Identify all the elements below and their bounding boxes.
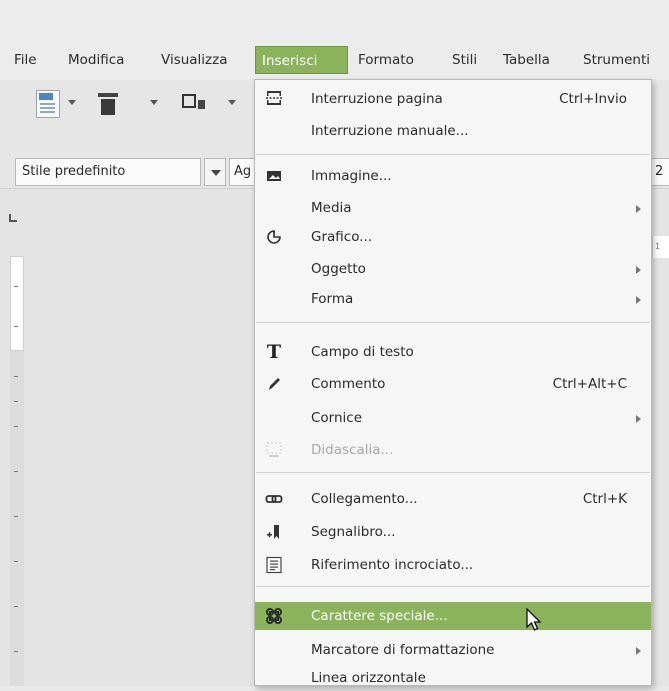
menu-item-label: Riferimento incrociato... [311,557,474,573]
menu-item-label: Campo di testo [311,344,414,360]
menu-inserisci[interactable]: Inserisci [255,46,348,74]
menu-item-shortcut: Ctrl+Alt+C [552,376,627,392]
insert-frame-icon[interactable] [182,94,196,108]
menu-item-label: Grafico... [311,229,373,245]
ruler-tick-label: 1 [655,242,661,251]
menu-item-label: Marcatore di formattazione [311,642,495,658]
menu-item-linea-orizzontale[interactable]: Linea orizzontale [255,665,651,691]
comment-pencil-icon [269,378,280,390]
menu-item-label: Interruzione pagina [311,91,443,107]
mouse-pointer-icon [526,608,542,631]
menu-item-interruzione-manuale[interactable]: Interruzione manuale... [255,118,651,144]
menu-item-collegamento[interactable]: Collegamento... Ctrl+K [255,486,651,512]
caption-icon [266,442,282,457]
horizontal-ruler[interactable]: 1 [652,236,669,258]
menu-item-marcatore-di-formattazione[interactable]: Marcatore di formattazione [255,637,651,663]
menubar: File Modifica Visualizza Inserisci Forma… [0,40,669,80]
menu-visualizza[interactable]: Visualizza [155,46,234,74]
text-box-icon: T [266,341,282,363]
menu-strumenti[interactable]: Strumenti [577,46,656,74]
menu-item-label: Oggetto [311,261,366,277]
chart-icon [267,230,281,244]
vertical-ruler[interactable] [10,256,24,686]
frame-dropdown-icon[interactable] [228,100,236,105]
menu-separator [256,154,650,155]
menu-item-segnalibro[interactable]: Segnalibro... [255,519,651,545]
submenu-arrow-icon [636,296,641,304]
submenu-arrow-icon [636,415,641,423]
menu-item-media[interactable]: Media [255,195,651,221]
submenu-arrow-icon [636,266,641,274]
insert-frame-marker-icon [198,100,205,109]
paragraph-style-combo[interactable]: Stile predefinito [15,158,201,186]
menu-item-label: Immagine... [311,168,392,184]
menu-item-label: Media [311,200,352,216]
menu-stili[interactable]: Stili [446,46,483,74]
menu-item-commento[interactable]: Commento Ctrl+Alt+C [255,371,651,397]
new-document-icon[interactable] [36,90,60,118]
new-document-dropdown-icon[interactable] [68,100,76,105]
menu-file[interactable]: File [8,46,43,74]
menu-item-shortcut: Ctrl+Invio [559,91,627,107]
menu-item-campo-di-testo[interactable]: T Campo di testo [255,339,651,365]
menu-item-label: Segnalibro... [311,524,396,540]
chevron-down-icon [211,170,221,176]
menu-item-label: Interruzione manuale... [311,123,469,139]
menu-item-forma[interactable]: Forma [255,286,651,312]
cross-reference-icon [266,556,282,574]
menu-item-label: Forma [311,291,354,307]
menu-item-label: Cornice [311,410,363,426]
image-icon [267,171,281,181]
special-character-icon [266,608,282,624]
menu-item-oggetto[interactable]: Oggetto [255,256,651,282]
menu-item-label: Didascalia... [311,442,394,458]
font-size-combo[interactable]: 2 [650,158,669,186]
menu-item-label: Linea orizzontale [311,670,426,686]
menu-formato[interactable]: Formato [352,46,420,74]
menu-item-shortcut: Ctrl+K [582,491,627,507]
tab-stop-icon[interactable] [9,214,17,222]
menu-separator [256,472,650,473]
menu-item-cornice[interactable]: Cornice [255,405,651,431]
menu-item-label: Carattere speciale... [311,608,448,624]
menu-item-carattere-speciale[interactable]: Carattere speciale... [255,602,651,630]
bookmark-icon [267,525,279,539]
window-top-strip [0,0,669,40]
hyperlink-icon [265,495,283,503]
menu-item-label: Collegamento... [311,491,418,507]
insert-menu: Interruzione pagina Ctrl+Invio Interruzi… [254,79,652,686]
templates-dropdown-icon[interactable] [150,100,158,105]
menu-item-grafico[interactable]: Grafico... [255,224,651,250]
menu-separator [256,322,650,323]
templates-icon[interactable] [98,93,118,115]
submenu-arrow-icon [636,647,641,655]
menu-item-label: Commento [311,376,386,392]
menu-item-riferimento-incrociato[interactable]: Riferimento incrociato... [255,552,651,578]
menu-item-didascalia[interactable]: Didascalia... [255,437,651,463]
submenu-arrow-icon [636,205,641,213]
menu-item-interruzione-pagina[interactable]: Interruzione pagina Ctrl+Invio [255,86,651,112]
menu-item-immagine[interactable]: Immagine... [255,163,651,189]
page-break-icon [266,91,282,105]
menu-tabella[interactable]: Tabella [497,46,556,74]
menu-modifica[interactable]: Modifica [62,46,130,74]
paragraph-style-dropdown-button[interactable] [204,158,226,186]
menu-separator [256,586,650,587]
